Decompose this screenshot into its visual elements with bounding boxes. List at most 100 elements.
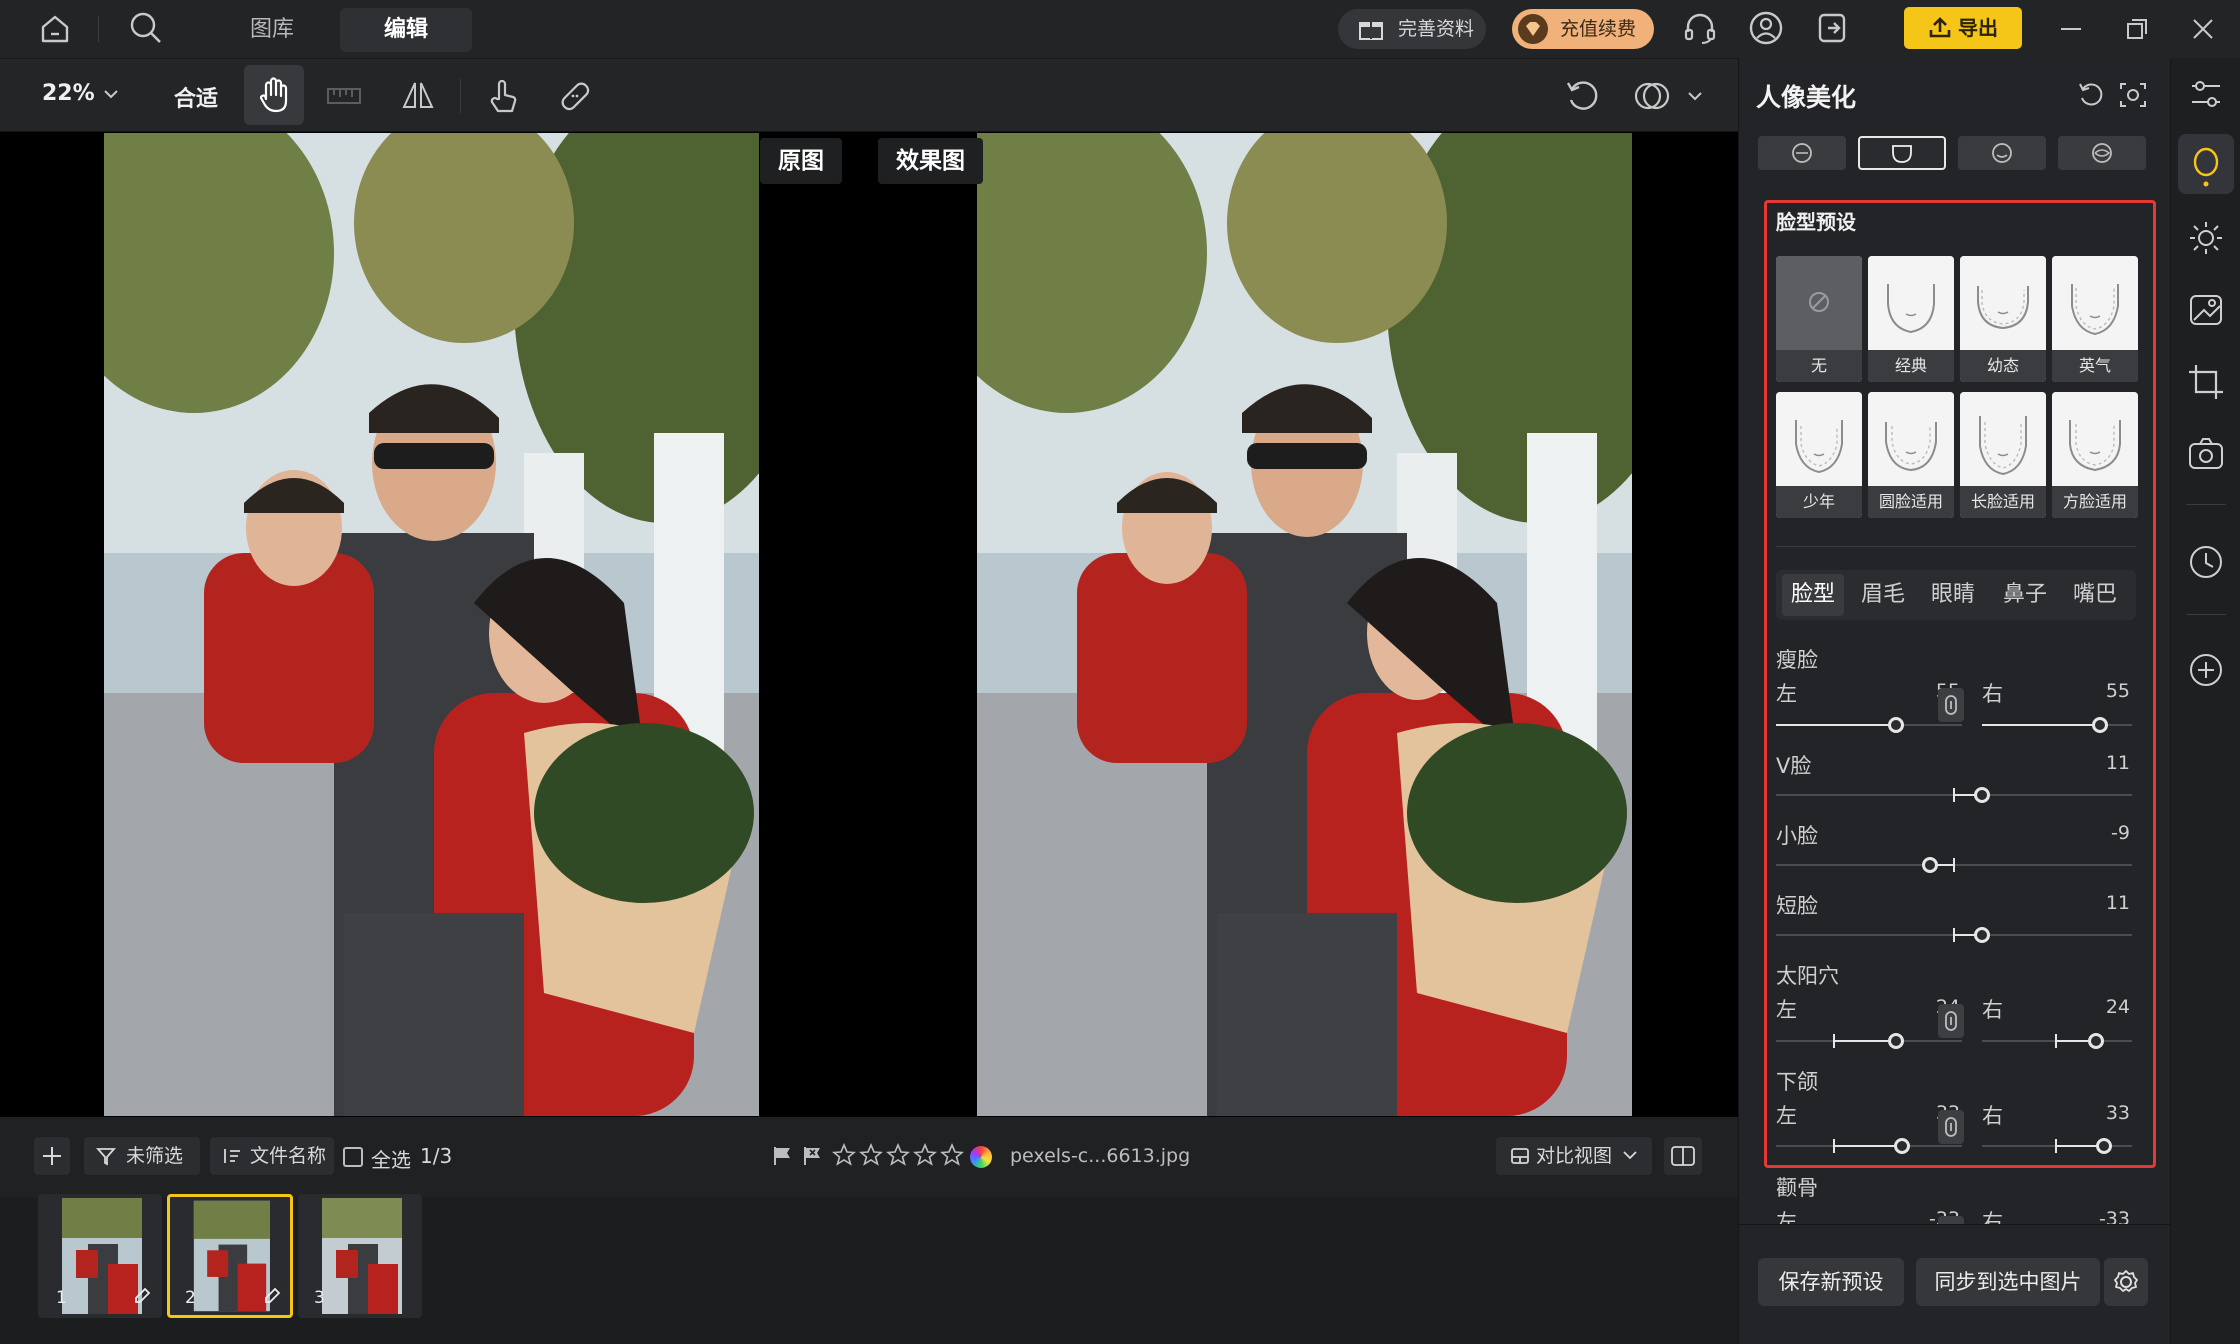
temple-right-handle[interactable] [2088,1033,2104,1049]
color-label-icon[interactable] [970,1146,992,1168]
tab-skin[interactable] [1758,136,1846,170]
filmstrip-thumb-2[interactable]: 2 [167,1194,293,1318]
compare-view-icon [1510,1146,1530,1166]
minimize-icon[interactable] [2058,16,2084,42]
subtab-face-shape[interactable]: 脸型 [1782,574,1844,616]
flag-icon[interactable] [772,1145,794,1167]
link-toggle[interactable] [1938,1110,1964,1144]
select-all-checkbox[interactable] [343,1147,363,1167]
zoom-level[interactable]: 22% [42,81,95,106]
complete-profile-button[interactable]: 完善资料 [1338,9,1486,49]
export-label: 导出 [1958,16,1998,40]
reject-flag-icon[interactable] [802,1145,824,1167]
chevron-down-icon[interactable] [1686,89,1704,103]
undo-icon[interactable] [1564,77,1602,115]
bandage-icon[interactable] [556,77,594,115]
link-toggle[interactable] [1938,1004,1964,1038]
crop-icon[interactable] [2186,362,2226,402]
thin-face-right-handle[interactable] [2092,717,2108,733]
tab-edit[interactable]: 编辑 [340,8,472,52]
tab-library[interactable]: 图库 [222,8,322,52]
preset-none[interactable]: 无 [1776,256,1862,382]
star-icon[interactable] [859,1143,883,1167]
flip-icon[interactable] [400,77,436,113]
restore-icon[interactable] [2124,16,2150,42]
thin-face-left-handle[interactable] [1888,717,1904,733]
reset-icon[interactable] [2076,80,2106,110]
preset-label: 长脸适用 [1960,486,2046,518]
jaw-left-label: 左 [1776,1104,1797,1128]
star-icon[interactable] [913,1143,937,1167]
exit-icon[interactable] [1814,10,1850,46]
tab-features[interactable] [1958,136,2046,170]
preset-square-face[interactable]: 方脸适用 [2052,392,2138,518]
subtab-eyes[interactable]: 眼睛 [1922,574,1984,616]
jaw-title: 下颌 [1776,1070,1818,1094]
preset-long-face[interactable]: 长脸适用 [1960,392,2046,518]
temple-left-handle[interactable] [1888,1033,1904,1049]
star-icon[interactable] [886,1143,910,1167]
view-mode-label: 对比视图 [1536,1145,1613,1167]
add-button[interactable] [34,1137,70,1175]
edit-toolbar: 22% 合适 [0,58,1738,132]
split-view-button[interactable] [1664,1137,1702,1175]
ruler-icon[interactable] [326,79,362,113]
home-icon[interactable] [38,12,72,46]
diamond-icon [1518,14,1548,44]
star-icon[interactable] [832,1143,856,1167]
v-face-title: V脸 [1776,754,1812,778]
fit-button[interactable]: 合适 [174,81,218,113]
close-icon[interactable] [2190,16,2216,42]
complete-profile-label: 完善资料 [1398,18,1475,40]
export-button[interactable]: 导出 [1904,7,2022,49]
adjust-icon[interactable] [2186,74,2226,114]
subtab-eyebrows[interactable]: 眉毛 [1852,574,1914,616]
chevron-down-icon[interactable] [102,87,120,101]
user-icon[interactable] [1748,10,1784,46]
camera-icon[interactable] [2186,434,2226,474]
original-photo [104,133,759,1116]
save-preset-button[interactable]: 保存新预设 [1758,1258,1904,1306]
filmstrip-thumb-3[interactable]: 3 [298,1194,422,1318]
image-edit-icon[interactable] [2186,290,2226,330]
tab-makeup[interactable] [2058,136,2146,170]
link-toggle[interactable] [1938,1216,1964,1224]
compare-icon[interactable] [1632,77,1672,115]
small-face-handle[interactable] [1922,857,1938,873]
thin-face-title: 瘦脸 [1776,648,1818,672]
search-icon[interactable] [128,10,164,46]
divider [1738,1224,2170,1225]
portrait-tool-active[interactable] [2178,134,2234,194]
recharge-button[interactable]: 充值续费 [1512,9,1654,49]
v-face-handle[interactable] [1974,787,1990,803]
preset-round-face[interactable]: 圆脸适用 [1868,392,1954,518]
tab-face-shape[interactable] [1858,136,1946,170]
star-rating[interactable] [832,1143,964,1169]
filter-button[interactable]: 未筛选 [84,1137,200,1175]
sort-button[interactable]: 文件名称 [210,1137,334,1175]
sync-to-selected-button[interactable]: 同步到选中图片 [1916,1258,2100,1306]
thin-face-right-value: 55 [2105,680,2130,702]
subtab-nose[interactable]: 鼻子 [1994,574,2056,616]
view-mode-dropdown[interactable]: 对比视图 [1496,1137,1652,1175]
settings-button[interactable] [2104,1258,2148,1306]
short-face-handle[interactable] [1974,927,1990,943]
hand-tool-button[interactable] [244,65,304,125]
star-icon[interactable] [940,1143,964,1167]
history-icon[interactable] [2186,542,2226,582]
filmstrip-thumb-1[interactable]: 1 [38,1194,162,1318]
preset-classic[interactable]: 经典 [1868,256,1954,382]
headset-icon[interactable] [1682,10,1718,46]
face-scan-icon[interactable] [2118,80,2148,110]
subtab-mouth[interactable]: 嘴巴 [2064,574,2126,616]
add-circle-icon[interactable] [2186,650,2226,690]
jaw-right-handle[interactable] [2096,1138,2112,1154]
preset-childlike[interactable]: 幼态 [1960,256,2046,382]
select-all-label[interactable]: 全选 [371,1144,411,1173]
preset-youth[interactable]: 少年 [1776,392,1862,518]
preset-heroic[interactable]: 英气 [2052,256,2138,382]
light-icon[interactable] [2186,218,2226,258]
link-toggle[interactable] [1938,688,1964,722]
touch-icon[interactable] [484,75,522,115]
jaw-left-handle[interactable] [1894,1138,1910,1154]
